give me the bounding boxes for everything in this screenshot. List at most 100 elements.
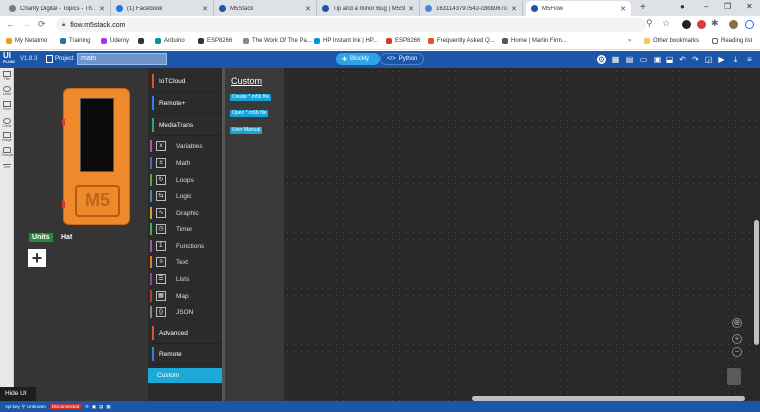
puzzle-icon[interactable]: ✱ bbox=[711, 18, 719, 29]
browser-tab[interactable]: (1) Facebook ✕ bbox=[111, 1, 214, 16]
browser-tab[interactable]: Charity Digital - Topics - Th.. ✕ bbox=[4, 1, 111, 16]
run-icon[interactable]: ▶ bbox=[717, 55, 726, 64]
category-remote[interactable]: Remote bbox=[148, 344, 222, 365]
category-map[interactable]: ▦ Map bbox=[148, 288, 222, 304]
browser-tab[interactable]: 1631143797542-c8bb067c-.. ✕ bbox=[420, 1, 523, 16]
category-logic[interactable]: ⇆ Logic bbox=[148, 188, 222, 204]
rail-item-title[interactable]: Title bbox=[1, 71, 13, 81]
undo-icon[interactable]: ↶ bbox=[678, 55, 687, 64]
hamburger-icon[interactable]: ≡ bbox=[745, 55, 754, 64]
hide-ui-button[interactable]: Hide UI bbox=[0, 387, 36, 401]
tab-units[interactable]: Units bbox=[29, 233, 53, 242]
device-icon[interactable]: ▣ bbox=[92, 404, 96, 410]
zoom-out-icon[interactable]: − bbox=[732, 347, 742, 357]
add-unit-button[interactable]: + bbox=[28, 249, 46, 267]
rail-item-line[interactable]: Line bbox=[1, 164, 13, 169]
category-lists[interactable]: ☰ Lists bbox=[148, 271, 222, 287]
bookmark-item[interactable]: Frequently Asked Q... bbox=[428, 38, 495, 44]
bookmark-item[interactable]: ESP8266 bbox=[198, 38, 232, 44]
device-screen[interactable] bbox=[80, 98, 114, 172]
category-remote-plus[interactable]: Remote+ bbox=[148, 93, 222, 114]
grid-icon[interactable]: ▦ bbox=[611, 55, 620, 64]
bookmark-item[interactable]: Arduino bbox=[155, 38, 185, 44]
rail-item-circle[interactable]: Circle bbox=[1, 118, 13, 128]
close-icon[interactable]: ✕ bbox=[408, 5, 414, 13]
refresh-icon[interactable]: ⟳ bbox=[85, 404, 89, 410]
category-json[interactable]: {} JSON bbox=[148, 304, 222, 320]
rail-item-triangle[interactable]: Triangle bbox=[1, 147, 14, 157]
settings-icon[interactable]: ⚙ bbox=[597, 55, 606, 64]
user-manual-button[interactable]: User Manual bbox=[230, 127, 263, 134]
category-variables[interactable]: x Variables bbox=[148, 138, 222, 154]
close-icon[interactable]: ✕ bbox=[99, 5, 105, 13]
menu-icon[interactable] bbox=[745, 20, 754, 29]
bookmark-item[interactable]: ESP8266 bbox=[386, 38, 420, 44]
category-timer[interactable]: ◷ Timer bbox=[148, 221, 222, 237]
more-bookmarks-icon[interactable]: » bbox=[628, 38, 631, 44]
zoom-in-icon[interactable]: + bbox=[732, 334, 742, 344]
close-icon[interactable]: ✕ bbox=[202, 5, 208, 13]
close-icon[interactable]: ✕ bbox=[620, 5, 626, 13]
zoom-icon[interactable]: ⚲ bbox=[646, 18, 653, 29]
category-mediatrans[interactable]: MediaTrans bbox=[148, 115, 222, 136]
project-name-input[interactable]: main bbox=[77, 53, 167, 65]
minimize-icon[interactable]: – bbox=[704, 2, 708, 11]
category-graphic[interactable]: ∿ Graphic bbox=[148, 205, 222, 221]
bookmark-item[interactable] bbox=[138, 38, 147, 44]
blockly-workspace[interactable]: ⊕ + − bbox=[284, 68, 760, 401]
category-custom[interactable]: Custom bbox=[148, 368, 222, 383]
bookmark-item[interactable]: My Netatmo bbox=[6, 38, 47, 44]
tab-search-icon[interactable]: ● bbox=[680, 2, 685, 11]
other-bookmarks[interactable]: Other bookmarks bbox=[644, 38, 699, 44]
create-m5b-button[interactable]: Create *.m5b file bbox=[230, 94, 272, 101]
reload-icon[interactable]: ⟳ bbox=[38, 19, 46, 30]
python-mode-button[interactable]: </> Python bbox=[380, 53, 424, 65]
open-m5b-button[interactable]: Open *.m5b file bbox=[230, 110, 269, 117]
category-advanced[interactable]: Advanced bbox=[148, 323, 222, 344]
redo-icon[interactable]: ↷ bbox=[691, 55, 700, 64]
forward-icon[interactable]: → bbox=[22, 19, 31, 29]
category-loops[interactable]: ↻ Loops bbox=[148, 172, 222, 188]
reading-list[interactable]: Reading list bbox=[712, 38, 752, 44]
download-icon[interactable]: ⬓ bbox=[665, 55, 674, 64]
profile-avatar[interactable] bbox=[729, 20, 738, 29]
project-icon[interactable] bbox=[46, 55, 53, 63]
save-icon[interactable]: ▣ bbox=[653, 55, 662, 64]
bookmark-item[interactable]: Home | Marlin Firm... bbox=[502, 38, 567, 44]
browser-tab-active[interactable]: M5Flow ✕ bbox=[526, 1, 631, 16]
workspace-vertical-scrollbar[interactable] bbox=[754, 220, 759, 345]
blockly-mode-button[interactable]: ✚ Blockly bbox=[336, 53, 380, 65]
chat-icon[interactable]: ▤ bbox=[625, 55, 634, 64]
bookmark-item[interactable]: Training bbox=[60, 38, 90, 44]
close-icon[interactable]: ✕ bbox=[511, 5, 517, 13]
category-math[interactable]: ± Math bbox=[148, 155, 222, 171]
browser-tab[interactable]: Tip and a minor Bug | M5St.. ✕ bbox=[317, 1, 420, 16]
window-close-icon[interactable]: ✕ bbox=[746, 2, 753, 11]
folder-icon[interactable]: ▤ bbox=[99, 404, 103, 410]
star-icon[interactable]: ☆ bbox=[662, 18, 670, 29]
monitor-icon[interactable]: ▭ bbox=[639, 55, 648, 64]
upload-icon[interactable]: ⤓ bbox=[731, 55, 740, 64]
m5stick-device[interactable]: M5 bbox=[62, 88, 130, 225]
restore-icon[interactable]: ❐ bbox=[724, 2, 731, 11]
bookmark-item[interactable]: The Work Of The Pa... bbox=[243, 38, 312, 44]
bookmark-item[interactable]: Udemy bbox=[101, 38, 129, 44]
rail-item-image[interactable]: Image bbox=[1, 132, 13, 142]
category-iotcloud[interactable]: IoTCloud bbox=[148, 71, 222, 92]
rail-item-rect[interactable]: Rect bbox=[1, 101, 13, 111]
device-icon[interactable]: ◲ bbox=[704, 55, 713, 64]
url-field[interactable]: 🔒︎ flow.m5stack.com bbox=[56, 18, 646, 32]
extension-icon[interactable] bbox=[697, 20, 706, 29]
trash-icon[interactable] bbox=[727, 368, 741, 385]
category-text[interactable]: ≡ Text bbox=[148, 254, 222, 270]
zoom-reset-icon[interactable]: ⊕ bbox=[732, 318, 742, 328]
browser-tab[interactable]: M5Stack ✕ bbox=[214, 1, 317, 16]
close-icon[interactable]: ✕ bbox=[305, 5, 311, 13]
extension-icon[interactable] bbox=[682, 20, 691, 29]
bookmark-item[interactable]: HP Instant Ink | HP... bbox=[314, 38, 378, 44]
new-tab-button[interactable]: + bbox=[640, 2, 646, 13]
tab-hat[interactable]: Hat bbox=[61, 234, 72, 241]
terminal-icon[interactable]: ▦ bbox=[106, 404, 110, 410]
rail-item-label[interactable]: Label bbox=[1, 86, 13, 96]
back-icon[interactable]: ← bbox=[6, 19, 15, 29]
